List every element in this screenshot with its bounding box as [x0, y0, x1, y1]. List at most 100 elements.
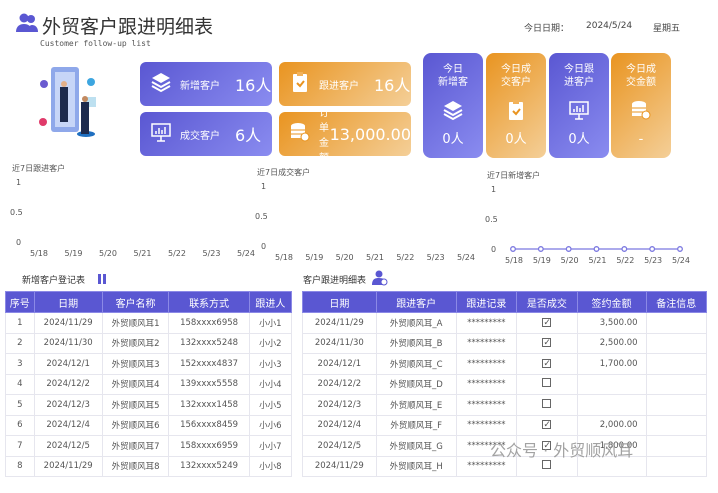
column-header: 跟进客户: [375, 291, 457, 313]
summary-label: 新增客户: [180, 80, 220, 92]
table-cell: 8: [5, 455, 35, 477]
follow-table-title: 客户跟进明细表: [303, 276, 367, 286]
table-row: 2024/12/3 外贸顺风耳_E *********: [302, 394, 708, 416]
table-cell: 外贸顺风耳_C: [375, 353, 457, 375]
table-cell: 小小2: [248, 332, 293, 354]
table-cell: 132xxxx5249: [168, 455, 250, 477]
y-tick-label: 0: [261, 242, 266, 251]
table-cell: 158xxxx6959: [168, 435, 250, 457]
summary-label: 订单金额: [319, 108, 329, 164]
x-tick-label: 5/22: [168, 249, 186, 258]
table-row: 2024/12/1 外贸顺风耳_C ********* ✓ 1,700.00: [302, 353, 708, 375]
checkbox-checked[interactable]: ✓: [516, 353, 578, 375]
today-label: 交金额: [626, 77, 656, 88]
summary-value: 16人: [235, 76, 272, 95]
table-cell: 2024/12/1: [33, 353, 103, 375]
table-cell: 外贸顺风耳_D: [375, 373, 457, 395]
column-header: 是否成交: [516, 291, 578, 313]
x-tick-label: 5/24: [237, 249, 255, 258]
table-cell: 2024/11/30: [302, 332, 377, 354]
table-cell: 外贸顺风耳4: [101, 373, 170, 395]
table-cell: 2024/11/29: [33, 455, 103, 477]
today-label: 今日成: [501, 64, 531, 75]
table-cell: 外贸顺风耳_E: [375, 394, 457, 416]
y-tick-label: 1: [16, 178, 21, 187]
data-point: [510, 246, 516, 252]
y-tick-label: 0.5: [485, 215, 498, 224]
today-card: 今日成 交金额 -: [611, 53, 671, 158]
y-tick-label: 0: [16, 238, 21, 247]
table-cell: 2024/12/1: [302, 353, 377, 375]
table-cell: 外贸顺风耳6: [101, 414, 170, 436]
table-cell: 2024/11/29: [302, 312, 377, 334]
table-cell: 2024/12/4: [302, 414, 377, 436]
chart-title: 近7日成交客户: [257, 167, 310, 177]
x-tick-label: 5/18: [30, 249, 48, 258]
checkbox-unchecked[interactable]: [516, 373, 578, 395]
table-cell: 小小7: [248, 435, 293, 457]
table-cell: 2024/12/5: [302, 435, 377, 457]
table-cell: 1: [5, 312, 35, 334]
table-cell: 2024/11/30: [33, 332, 103, 354]
table-row: 3 2024/12/1 外贸顺风耳3 152xxxx4837 小小3: [5, 353, 293, 375]
summary-value: 13,000.00: [329, 124, 411, 144]
table-cell: 2024/12/2: [33, 373, 103, 395]
table-cell: 1,700.00: [576, 353, 647, 375]
table-cell: 2: [5, 332, 35, 354]
checkbox-unchecked[interactable]: [516, 394, 578, 416]
table-cell: [645, 394, 708, 416]
table-cell: 小小8: [248, 455, 293, 477]
table-cell: [576, 373, 647, 395]
checkbox-checked[interactable]: ✓: [516, 414, 578, 436]
x-tick-label: 5/24: [672, 256, 690, 265]
today-value: 0人: [442, 132, 464, 147]
x-tick-label: 5/21: [366, 253, 384, 262]
y-tick-label: 0: [491, 245, 496, 254]
data-point: [621, 246, 628, 252]
table-cell: 139xxxx5558: [168, 373, 250, 395]
table-cell: 外贸顺风耳_G: [375, 435, 457, 457]
table-row: 7 2024/12/5 外贸顺风耳7 158xxxx6959 小小7: [5, 435, 293, 457]
data-point: [537, 246, 544, 252]
table-cell: *********: [455, 312, 518, 334]
table-cell: 3: [5, 353, 35, 375]
table-cell: 外贸顺风耳7: [101, 435, 170, 457]
summary-card: 新增客户 16人: [140, 62, 272, 106]
table-cell: 2024/12/3: [302, 394, 377, 416]
data-point: [677, 246, 683, 252]
summary-value: 6人: [235, 126, 262, 145]
summary-card: 成交客户 6人: [140, 112, 272, 156]
table-cell: 2024/12/2: [302, 373, 377, 395]
checkbox-checked[interactable]: ✓: [516, 332, 578, 354]
data-point: [649, 246, 656, 252]
summary-value: 16人: [374, 76, 411, 95]
today-card: 今日成交客户 0人: [486, 53, 546, 158]
table-row: 8 2024/11/29 外贸顺风耳8 132xxxx5249 小小8: [5, 455, 293, 477]
column-header: 跟进记录: [455, 291, 518, 313]
table-cell: 3,500.00: [576, 312, 647, 334]
table-cell: *********: [455, 353, 518, 375]
today-value: 0人: [505, 132, 527, 147]
table-cell: 4: [5, 373, 35, 395]
table-cell: 152xxxx4837: [168, 353, 250, 375]
table-cell: 外贸顺风耳3: [101, 353, 170, 375]
table-cell: *********: [455, 332, 518, 354]
today-label: 今日成: [626, 64, 656, 75]
checkbox-checked[interactable]: ✓: [516, 312, 578, 334]
table-cell: 小小1: [248, 312, 293, 334]
page-subtitle: Customer follow-up list: [40, 39, 151, 48]
today-label: 新增客: [438, 77, 468, 88]
table-cell: 5: [5, 394, 35, 416]
table-cell: [576, 394, 647, 416]
monitor-chart-icon: [568, 99, 590, 121]
table-cell: 2024/12/4: [33, 414, 103, 436]
table-cell: [645, 414, 708, 436]
table-cell: [645, 373, 708, 395]
table-cell: 外贸顺风耳2: [101, 332, 170, 354]
data-point: [593, 246, 600, 252]
x-tick-label: 5/23: [203, 249, 221, 258]
today-label: 交客户: [501, 77, 531, 88]
x-tick-label: 5/23: [427, 253, 445, 262]
x-tick-label: 5/21: [589, 256, 607, 265]
table-cell: 2024/11/29: [33, 312, 103, 334]
